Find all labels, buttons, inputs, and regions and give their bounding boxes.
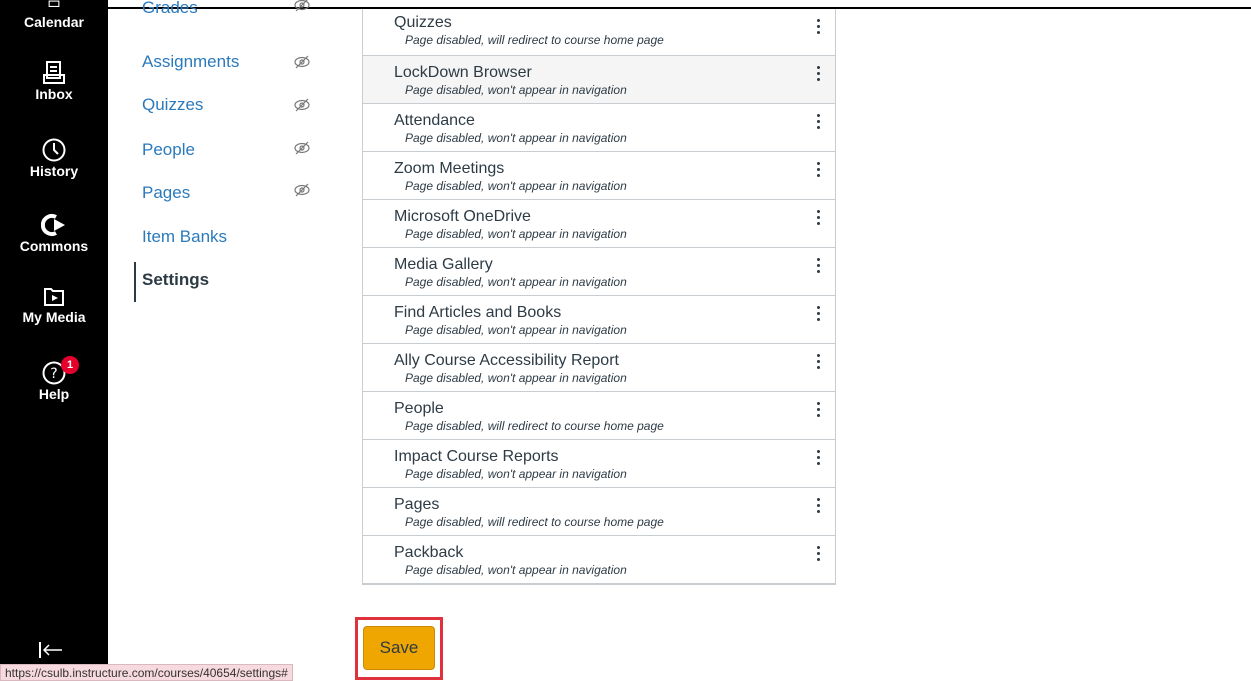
hidden-eye-icon — [294, 98, 310, 112]
course-nav-pages[interactable]: Pages — [142, 183, 190, 203]
list-item-status: Page disabled, won't appear in navigatio… — [405, 179, 627, 193]
kebab-menu-icon[interactable] — [817, 19, 821, 41]
kebab-menu-icon[interactable] — [817, 498, 821, 520]
list-item[interactable]: LockDown Browser Page disabled, won't ap… — [363, 56, 835, 104]
hidden-eye-icon — [294, 55, 310, 69]
list-item-status: Page disabled, will redirect to course h… — [405, 515, 664, 529]
list-item-title: Attendance — [394, 112, 475, 129]
list-item-title: Pages — [394, 496, 440, 513]
list-item-title: Ally Course Accessibility Report — [394, 352, 619, 369]
list-item-title: Quizzes — [394, 14, 452, 31]
media-folder-icon — [44, 288, 64, 306]
calendar-icon — [48, 0, 60, 7]
list-item-status: Page disabled, won't appear in navigatio… — [405, 83, 627, 97]
global-nav-help[interactable]: ? 1 Help — [0, 356, 108, 402]
kebab-menu-icon[interactable] — [817, 114, 821, 136]
course-nav-assignments[interactable]: Assignments — [142, 52, 239, 72]
list-item-status: Page disabled, won't appear in navigatio… — [405, 275, 627, 289]
list-item-status: Page disabled, will redirect to course h… — [405, 419, 664, 433]
course-nav: Grades Assignments Quizzes People Pages … — [108, 0, 348, 681]
list-item-title: Packback — [394, 544, 464, 561]
list-item-title: Find Articles and Books — [394, 304, 562, 321]
list-item-status: Page disabled, won't appear in navigatio… — [405, 563, 627, 577]
global-nav-my-media-label: My Media — [22, 309, 86, 325]
global-nav-history-label: History — [29, 163, 79, 179]
course-nav-settings[interactable]: Settings — [142, 270, 209, 290]
list-item[interactable]: Microsoft OneDrive Page disabled, won't … — [363, 200, 835, 248]
hidden-eye-icon — [294, 0, 310, 12]
list-item[interactable]: Ally Course Accessibility Report Page di… — [363, 344, 835, 392]
kebab-menu-icon[interactable] — [817, 354, 821, 376]
svg-text:?: ? — [50, 366, 57, 382]
course-nav-grades[interactable]: Grades — [142, 0, 198, 18]
global-nav-inbox-label: Inbox — [35, 86, 73, 102]
kebab-menu-icon[interactable] — [817, 402, 821, 424]
course-nav-item-banks[interactable]: Item Banks — [142, 227, 227, 247]
hidden-eye-icon — [294, 183, 310, 197]
kebab-menu-icon[interactable] — [817, 450, 821, 472]
list-item-title: Zoom Meetings — [394, 160, 505, 177]
list-item[interactable]: Quizzes Page disabled, will redirect to … — [363, 9, 835, 56]
kebab-menu-icon[interactable] — [817, 306, 821, 328]
list-item[interactable]: Attendance Page disabled, won't appear i… — [363, 104, 835, 152]
disabled-nav-list: Quizzes Page disabled, will redirect to … — [362, 9, 836, 585]
inbox-icon — [43, 61, 65, 84]
list-item-status: Page disabled, won't appear in navigatio… — [405, 323, 627, 337]
global-nav: Calendar Inbox History Commons My Media — [0, 0, 108, 681]
global-nav-inbox[interactable]: Inbox — [0, 60, 108, 102]
list-item-status: Page disabled, won't appear in navigatio… — [405, 131, 627, 145]
list-item-title: Microsoft OneDrive — [394, 208, 531, 225]
list-item[interactable]: Impact Course Reports Page disabled, won… — [363, 440, 835, 488]
list-item[interactable]: Zoom Meetings Page disabled, won't appea… — [363, 152, 835, 200]
global-nav-calendar[interactable]: Calendar — [0, 0, 108, 30]
clock-icon — [42, 138, 66, 162]
list-item[interactable]: People Page disabled, will redirect to c… — [363, 392, 835, 440]
global-nav-my-media[interactable]: My Media — [0, 283, 108, 325]
global-nav-commons[interactable]: Commons — [0, 212, 108, 254]
list-item-status: Page disabled, will redirect to course h… — [405, 33, 664, 47]
list-item-title: People — [394, 400, 444, 417]
list-item-title: Impact Course Reports — [394, 448, 559, 465]
list-item-status: Page disabled, won't appear in navigatio… — [405, 227, 627, 241]
kebab-menu-icon[interactable] — [817, 66, 821, 88]
global-nav-calendar-label: Calendar — [24, 14, 84, 30]
global-nav-help-label: Help — [38, 386, 70, 402]
course-nav-quizzes[interactable]: Quizzes — [142, 95, 203, 115]
list-item-status: Page disabled, won't appear in navigatio… — [405, 371, 627, 385]
list-item-title: LockDown Browser — [394, 64, 532, 81]
help-notification-badge: 1 — [61, 356, 79, 374]
active-indicator — [134, 262, 136, 302]
global-nav-commons-label: Commons — [19, 238, 89, 254]
hidden-eye-icon — [294, 141, 310, 155]
list-item[interactable]: Find Articles and Books Page disabled, w… — [363, 296, 835, 344]
list-item[interactable]: Pages Page disabled, will redirect to co… — [363, 488, 835, 536]
list-item[interactable]: Packback Page disabled, won't appear in … — [363, 536, 835, 584]
list-item-title: Media Gallery — [394, 256, 493, 273]
global-nav-history[interactable]: History — [0, 137, 108, 179]
course-nav-people[interactable]: People — [142, 140, 195, 160]
kebab-menu-icon[interactable] — [817, 162, 821, 184]
status-bar-url: https://csulb.instructure.com/courses/40… — [0, 664, 293, 681]
kebab-menu-icon[interactable] — [817, 258, 821, 280]
kebab-menu-icon[interactable] — [817, 210, 821, 232]
save-button[interactable]: Save — [363, 626, 435, 670]
list-item-status: Page disabled, won't appear in navigatio… — [405, 467, 627, 481]
collapse-nav-icon[interactable] — [38, 640, 64, 660]
commons-icon — [41, 214, 65, 236]
kebab-menu-icon[interactable] — [817, 546, 821, 568]
list-item[interactable]: Media Gallery Page disabled, won't appea… — [363, 248, 835, 296]
